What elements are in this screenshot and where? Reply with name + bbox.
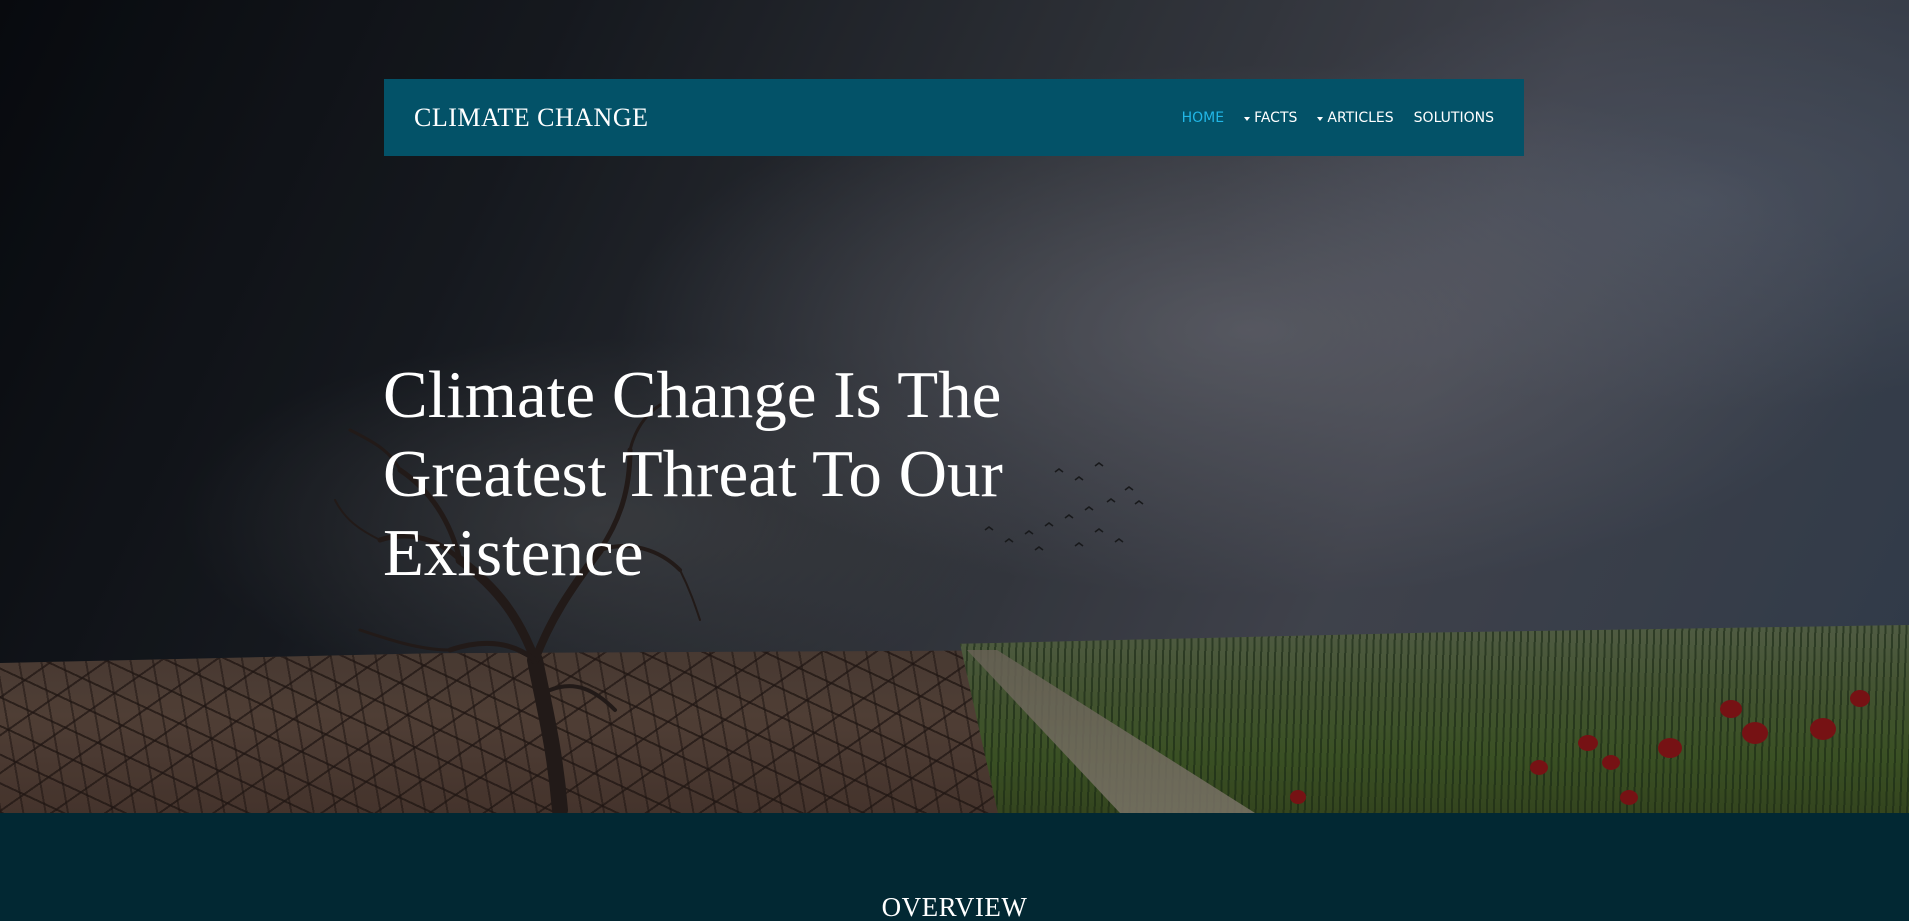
nav-item-home[interactable]: HOME (1182, 110, 1224, 126)
page: CLIMATE CHANGE HOME FACTS ARTICLES SOLUT… (0, 0, 1909, 921)
hero-title: Climate Change Is The Greatest Threat To… (383, 358, 1003, 590)
nav-item-label: HOME (1181, 109, 1225, 126)
site-brand-logo[interactable]: CLIMATE CHANGE (414, 103, 649, 133)
nav-item-label: FACTS (1254, 109, 1298, 126)
nav-item-articles[interactable]: ARTICLES (1317, 109, 1394, 126)
caret-down-icon (1244, 117, 1251, 121)
nav-item-solutions[interactable]: SOLUTIONS (1414, 110, 1494, 126)
nav-item-facts[interactable]: FACTS (1244, 110, 1297, 126)
caret-down-icon (1317, 117, 1324, 121)
overview-heading: OVERVIEW (881, 892, 1028, 921)
nav-item-label: ARTICLES (1327, 109, 1394, 126)
nav-item-label: SOLUTIONS (1413, 109, 1494, 126)
navbar: CLIMATE CHANGE HOME FACTS ARTICLES SOLUT… (384, 79, 1524, 156)
nav-menu: HOME FACTS ARTICLES SOLUTIONS (1162, 110, 1494, 126)
